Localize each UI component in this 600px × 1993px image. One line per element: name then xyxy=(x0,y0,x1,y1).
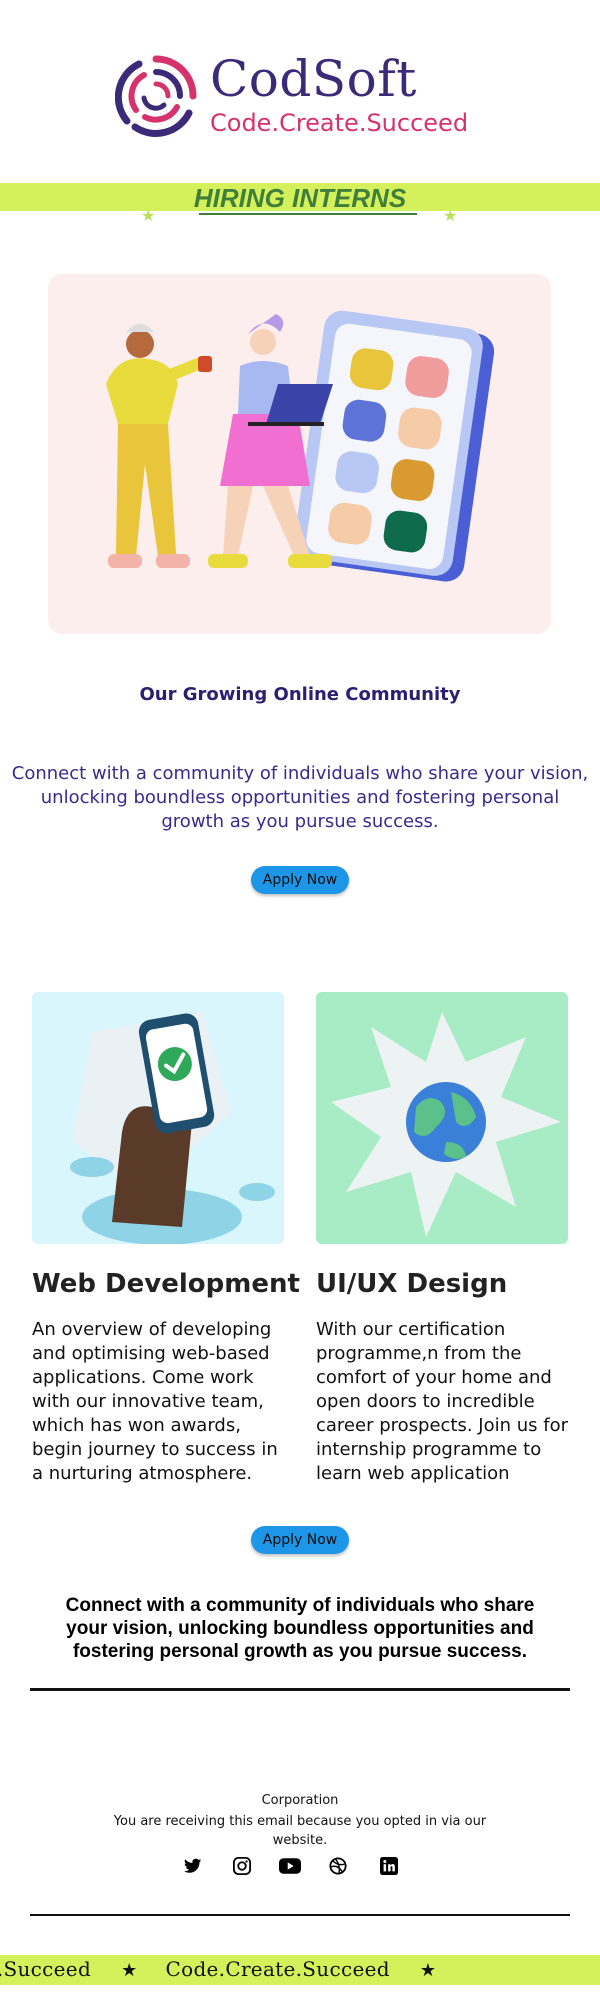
ticker-track: eate.Succeed ★ Code.Create.Succeed ★ xyxy=(0,1957,464,1981)
divider xyxy=(30,1688,570,1691)
hiring-underline xyxy=(199,213,417,215)
web-development-description: An overview of developing and optimising… xyxy=(32,1319,278,1484)
star-icon: ★ xyxy=(443,206,458,225)
instagram-icon[interactable] xyxy=(231,1855,253,1877)
ticker-banner: eate.Succeed ★ Code.Create.Succeed ★ xyxy=(0,1955,600,1985)
youtube-icon[interactable] xyxy=(279,1855,301,1877)
community-statement: Connect with a community of individuals … xyxy=(65,1595,535,1662)
apply-now-button[interactable]: Apply Now xyxy=(251,866,349,894)
brand-tagline: Code.Create.Succeed xyxy=(210,109,469,137)
star-icon: ★ xyxy=(121,1960,138,1981)
web-development-illustration xyxy=(32,992,284,1244)
uiux-design-description: With our certification programme,n from … xyxy=(316,1319,569,1484)
ticker-item: eate.Succeed xyxy=(0,1957,92,1981)
community-text: Connect with a community of individuals … xyxy=(11,763,589,832)
star-icon: ★ xyxy=(419,1960,437,1981)
dribbble-icon[interactable] xyxy=(327,1855,349,1877)
web-development-title: Web Development xyxy=(32,1269,300,1299)
divider xyxy=(30,1914,570,1916)
codsoft-logo-icon xyxy=(114,55,197,137)
brand-name: CodSoft xyxy=(210,50,417,108)
twitter-icon[interactable] xyxy=(182,1855,204,1877)
linkedin-icon[interactable] xyxy=(378,1855,400,1877)
community-heading: Our Growing Online Community xyxy=(139,684,461,705)
hiring-title: HIRING INTERNS xyxy=(193,183,407,213)
uiux-design-title: UI/UX Design xyxy=(316,1269,508,1299)
footer-note: You are receiving this email because you… xyxy=(113,1814,487,1848)
hero-illustration xyxy=(48,274,551,634)
uiux-design-illustration xyxy=(316,992,568,1244)
apply-now-button[interactable]: Apply Now xyxy=(251,1526,349,1554)
star-icon: ★ xyxy=(141,206,156,225)
footer-corporation: Corporation xyxy=(261,1793,339,1808)
ticker-item: Code.Create.Succeed xyxy=(165,1957,390,1981)
